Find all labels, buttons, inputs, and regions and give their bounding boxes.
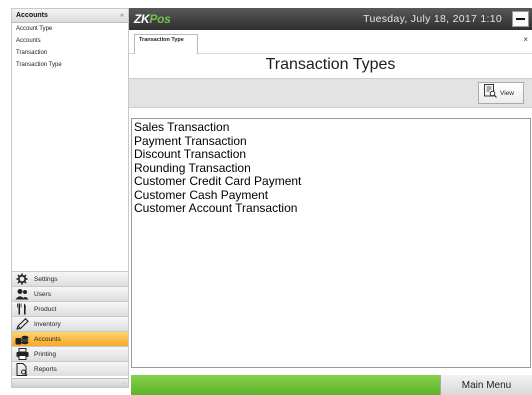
status-strip <box>131 375 440 395</box>
module-reports[interactable]: Reports <box>12 361 128 376</box>
view-label: View <box>500 89 514 97</box>
list-item[interactable]: Rounding Transaction <box>132 161 530 176</box>
bottom-bar: Main Menu <box>131 375 532 395</box>
module-inventory[interactable]: Inventory <box>12 316 128 331</box>
logo-zk: ZK <box>134 12 150 26</box>
coins-icon <box>15 333 29 345</box>
top-bar: ZKPos Tuesday, July 18, 2017 1:10 <box>129 8 532 30</box>
sidebar-title: Accounts <box>16 12 48 19</box>
module-accounts[interactable]: Accounts <box>12 331 128 346</box>
report-icon <box>15 362 29 376</box>
close-icon[interactable]: × <box>523 35 528 44</box>
list-item[interactable]: Customer Cash Payment <box>132 188 530 203</box>
module-settings[interactable]: Settings <box>12 271 128 286</box>
collapse-icon[interactable]: « <box>120 12 124 19</box>
view-button[interactable]: View <box>478 82 524 104</box>
sidebar-item-accounts[interactable]: Accounts <box>12 35 128 47</box>
list-item[interactable]: Customer Credit Card Payment <box>132 174 530 189</box>
main-panel: ZKPos Tuesday, July 18, 2017 1:10 Transa… <box>129 8 532 395</box>
sidebar-footer: · <box>12 378 128 387</box>
datetime-display: Tuesday, July 18, 2017 1:10 <box>363 13 502 25</box>
module-label: Inventory <box>34 320 61 328</box>
main-menu-button[interactable]: Main Menu <box>440 375 532 395</box>
module-printing[interactable]: Printing <box>12 346 128 361</box>
sidebar-item-transaction[interactable]: Transaction <box>12 47 128 59</box>
page-title: Transaction Types <box>265 56 396 73</box>
list-item[interactable]: Discount Transaction <box>132 147 530 162</box>
sidebar: Accounts « Account Type Accounts Transac… <box>11 8 129 388</box>
tab-strip: Transaction Type × <box>129 30 532 54</box>
sidebar-item-transaction-type[interactable]: Transaction Type <box>12 59 128 71</box>
sidebar-header: Accounts « <box>12 9 128 23</box>
module-label: Reports <box>34 365 57 373</box>
transaction-type-list[interactable]: Sales Transaction Payment Transaction Di… <box>131 118 531 368</box>
toolbar: View <box>129 78 532 108</box>
module-product[interactable]: Product <box>12 301 128 316</box>
list-item[interactable]: Sales Transaction <box>132 120 530 135</box>
app-logo: ZKPos <box>129 12 171 26</box>
logo-pos: Pos <box>149 12 171 26</box>
list-item[interactable]: Customer Account Transaction <box>132 201 530 216</box>
pencil-icon <box>15 318 29 330</box>
gear-icon <box>15 273 29 285</box>
module-users[interactable]: Users <box>12 286 128 301</box>
users-icon <box>15 288 29 300</box>
view-icon <box>484 83 497 103</box>
minimize-icon <box>516 18 525 20</box>
sidebar-sub-menu: Account Type Accounts Transaction Transa… <box>12 23 128 71</box>
sidebar-item-account-type[interactable]: Account Type <box>12 23 128 35</box>
module-label: Accounts <box>34 335 61 343</box>
module-label: Users <box>34 290 51 298</box>
minimize-button[interactable] <box>512 11 529 27</box>
module-label: Settings <box>34 275 58 283</box>
tab-transaction-type[interactable]: Transaction Type <box>134 34 198 54</box>
sidebar-footer-handle[interactable]: · <box>122 381 124 387</box>
fork-knife-icon <box>15 303 29 315</box>
printer-icon <box>15 348 29 360</box>
module-label: Printing <box>34 350 57 358</box>
list-item[interactable]: Payment Transaction <box>132 134 530 149</box>
module-list: Settings Users Product Inventory Account… <box>12 271 128 376</box>
module-label: Product <box>34 305 57 313</box>
